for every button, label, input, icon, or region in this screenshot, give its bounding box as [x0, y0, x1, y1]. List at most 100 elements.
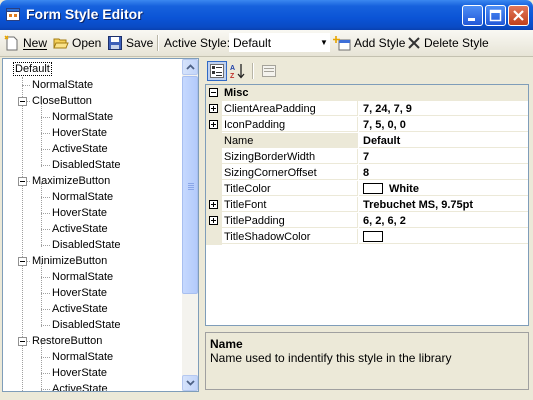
- title-bar[interactable]: Form Style Editor: [0, 0, 533, 30]
- tree-node[interactable]: MaximizeButton: [32, 173, 110, 189]
- property-row[interactable]: IconPadding 7, 5, 0, 0: [206, 117, 528, 133]
- row-margin: [206, 213, 222, 229]
- property-value-text: 7, 24, 7, 9: [363, 103, 412, 115]
- property-row[interactable]: Name Default: [206, 133, 528, 149]
- tree-root-node[interactable]: Default: [13, 61, 52, 77]
- row-margin: [206, 149, 222, 165]
- add-style-button[interactable]: Add Style: [333, 34, 405, 52]
- tree-node[interactable]: MinimizeButton: [32, 253, 107, 269]
- tree-node[interactable]: DisabledState: [52, 237, 121, 253]
- property-row[interactable]: SizingBorderWidth 7: [206, 149, 528, 165]
- tree-vertical-scrollbar[interactable]: [182, 59, 198, 391]
- description-panel: Name Name used to indentify this style i…: [205, 332, 529, 390]
- tree-node[interactable]: HoverState: [52, 365, 107, 381]
- property-value[interactable]: 7: [359, 149, 528, 164]
- tree-node[interactable]: NormalState: [52, 269, 113, 285]
- chevron-down-icon[interactable]: ▼: [318, 34, 330, 51]
- save-button[interactable]: Save: [107, 34, 153, 52]
- tree-node-label: DisabledState: [52, 239, 121, 251]
- close-icon: [513, 10, 524, 21]
- property-name: IconPadding: [222, 117, 358, 132]
- tree-node-label: ActiveState: [52, 383, 108, 392]
- tree-node[interactable]: ActiveState: [52, 301, 108, 317]
- property-value[interactable]: Default: [359, 133, 528, 148]
- category-row-misc[interactable]: Misc: [206, 85, 528, 101]
- tree-node[interactable]: DisabledState: [52, 317, 121, 333]
- property-row[interactable]: TitlePadding 6, 2, 6, 2: [206, 213, 528, 229]
- pg-toolbar-separator: [252, 63, 254, 79]
- expand-property-icon[interactable]: [209, 120, 218, 129]
- tree-node[interactable]: NormalState: [52, 349, 113, 365]
- collapse-node-icon[interactable]: [18, 337, 27, 346]
- property-name: TitleColor: [222, 181, 358, 196]
- property-row[interactable]: SizingCornerOffset 8: [206, 165, 528, 181]
- property-value[interactable]: [359, 229, 528, 244]
- collapse-node-icon[interactable]: [18, 177, 27, 186]
- description-title: Name: [210, 337, 243, 351]
- scroll-thumb[interactable]: [182, 76, 198, 294]
- save-disk-icon: [108, 36, 122, 50]
- tree-connector: [41, 149, 50, 150]
- row-margin: [206, 133, 222, 149]
- tree-connector: [41, 357, 50, 358]
- tree-connector: [41, 325, 50, 326]
- property-value[interactable]: 6, 2, 6, 2: [359, 213, 528, 228]
- property-grid-table[interactable]: Misc ClientAreaPadding 7, 24, 7, 9 IconPad…: [205, 84, 529, 326]
- tree-node[interactable]: CloseButton: [32, 93, 92, 109]
- expand-property-icon[interactable]: [209, 216, 218, 225]
- scroll-down-button[interactable]: [182, 375, 198, 391]
- tree-connector: [41, 165, 50, 166]
- expand-property-icon[interactable]: [209, 104, 218, 113]
- delete-style-button[interactable]: Delete Style: [407, 34, 489, 52]
- maximize-button[interactable]: [485, 5, 506, 26]
- property-value-text: Trebuchet MS, 9.75pt: [363, 199, 474, 211]
- tree-node[interactable]: NormalState: [52, 109, 113, 125]
- tree-node-label: HoverState: [52, 287, 108, 299]
- new-button[interactable]: New: [4, 34, 47, 52]
- property-row[interactable]: TitleFont Trebuchet MS, 9.75pt: [206, 197, 528, 213]
- alphabetical-button[interactable]: A Z: [228, 61, 248, 81]
- tree-node[interactable]: HoverState: [52, 205, 107, 221]
- tree-connector: [41, 117, 50, 118]
- property-name: SizingCornerOffset: [222, 165, 358, 180]
- app-icon: [6, 8, 20, 21]
- tree-node[interactable]: HoverState: [52, 125, 107, 141]
- tree-node[interactable]: NormalState: [52, 189, 113, 205]
- tree-connector: [41, 293, 50, 294]
- collapse-category-icon[interactable]: [209, 88, 218, 97]
- tree-node-label: ActiveState: [52, 143, 108, 155]
- property-value[interactable]: Trebuchet MS, 9.75pt: [359, 197, 528, 212]
- tree-node-label: CloseButton: [32, 95, 92, 107]
- collapse-node-icon[interactable]: [18, 257, 27, 266]
- property-row[interactable]: ClientAreaPadding 7, 24, 7, 9: [206, 101, 528, 117]
- property-name: SizingBorderWidth: [222, 149, 358, 164]
- minimize-button[interactable]: [462, 5, 483, 26]
- tree-node-label: HoverState: [52, 367, 108, 379]
- scroll-up-button[interactable]: [182, 59, 198, 75]
- tree-node[interactable]: ActiveState: [52, 221, 108, 237]
- property-value-text: 7, 5, 0, 0: [363, 119, 406, 131]
- property-value[interactable]: 8: [359, 165, 528, 180]
- categorized-button[interactable]: [207, 61, 227, 81]
- expand-property-icon[interactable]: [209, 200, 218, 209]
- thumb-grip: [188, 189, 194, 190]
- row-margin: [206, 117, 222, 133]
- tree-node[interactable]: HoverState: [52, 285, 107, 301]
- property-name: TitlePadding: [222, 213, 358, 228]
- style-tree[interactable]: Default NormalState CloseButton NormalState…: [2, 58, 199, 392]
- tree-node[interactable]: ActiveState: [52, 381, 108, 392]
- tree-node[interactable]: ActiveState: [52, 141, 108, 157]
- close-button[interactable]: [508, 5, 529, 26]
- collapse-node-icon[interactable]: [18, 97, 27, 106]
- property-row[interactable]: TitleShadowColor: [206, 229, 528, 245]
- open-button[interactable]: Open: [53, 34, 101, 52]
- active-style-combobox[interactable]: Default ▼: [229, 33, 330, 52]
- tree-node[interactable]: NormalState: [32, 77, 93, 93]
- property-value[interactable]: White: [359, 181, 528, 196]
- property-value[interactable]: 7, 24, 7, 9: [359, 101, 528, 116]
- property-value[interactable]: 7, 5, 0, 0: [359, 117, 528, 132]
- property-row[interactable]: TitleColor White: [206, 181, 528, 197]
- tree-node[interactable]: RestoreButton: [32, 333, 102, 349]
- tree-node[interactable]: DisabledState: [52, 157, 121, 173]
- minimize-icon: [468, 18, 475, 21]
